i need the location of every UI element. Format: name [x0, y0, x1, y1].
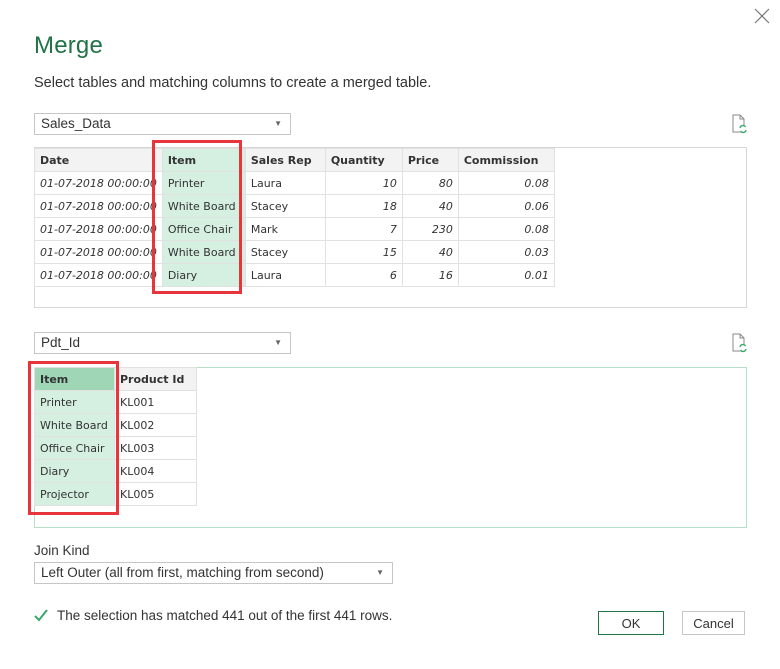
cell-item[interactable]: Printer — [34, 390, 115, 414]
cell-commission: 0.03 — [457, 240, 555, 264]
refresh-document-icon — [732, 333, 747, 353]
join-kind-select[interactable]: Left Outer (all from first, matching fro… — [34, 562, 393, 584]
dialog-title: Merge — [34, 32, 104, 59]
refresh-document-icon — [732, 114, 747, 134]
cell-sales-rep: Mark — [244, 217, 326, 241]
cell-product-id: KL002 — [114, 413, 197, 437]
cell-quantity: 18 — [324, 194, 403, 218]
cancel-button[interactable]: Cancel — [682, 611, 745, 635]
cell-item[interactable]: Diary — [161, 263, 246, 287]
cell-product-id: KL001 — [114, 390, 197, 414]
dialog-subtitle: Select tables and matching columns to cr… — [34, 75, 432, 91]
table-row: 01-07-2018 00:00:00 White Board Stacey 1… — [34, 240, 555, 264]
cell-date: 01-07-2018 00:00:00 — [34, 263, 163, 287]
ok-button[interactable]: OK — [598, 611, 664, 635]
cell-item[interactable]: Office Chair — [161, 217, 246, 241]
column-header-product-id[interactable]: Product Id — [114, 367, 197, 391]
table-row: Printer KL001 — [34, 390, 197, 414]
first-table-select[interactable]: Sales_Data ▼ — [34, 113, 291, 135]
cell-price: 40 — [401, 240, 459, 264]
cell-sales-rep: Laura — [244, 263, 326, 287]
second-table-select[interactable]: Pdt_Id ▼ — [34, 332, 291, 354]
column-header-sales-rep[interactable]: Sales Rep — [244, 148, 326, 172]
table-row: 01-07-2018 00:00:00 White Board Stacey 1… — [34, 194, 555, 218]
cell-date: 01-07-2018 00:00:00 — [34, 171, 163, 195]
checkmark-icon — [34, 609, 48, 622]
close-button[interactable] — [752, 6, 772, 26]
cell-item[interactable]: Diary — [34, 459, 115, 483]
first-table-grid: Date Item Sales Rep Quantity Price Commi… — [34, 148, 555, 287]
cell-quantity: 6 — [324, 263, 403, 287]
table-row: White Board KL002 — [34, 413, 197, 437]
cell-item[interactable]: White Board — [161, 194, 246, 218]
column-header-item[interactable]: Item — [161, 148, 246, 172]
cell-price: 16 — [401, 263, 459, 287]
table-row: Office Chair KL003 — [34, 436, 197, 460]
table-row: 01-07-2018 00:00:00 Printer Laura 10 80 … — [34, 171, 555, 195]
cell-sales-rep: Laura — [244, 171, 326, 195]
cell-commission: 0.06 — [457, 194, 555, 218]
column-header-item[interactable]: Item — [34, 367, 115, 391]
column-header-quantity[interactable]: Quantity — [324, 148, 403, 172]
column-header-price[interactable]: Price — [401, 148, 459, 172]
status-text: The selection has matched 441 out of the… — [57, 608, 393, 623]
cell-product-id: KL003 — [114, 436, 197, 460]
cell-product-id: KL004 — [114, 459, 197, 483]
cell-quantity: 15 — [324, 240, 403, 264]
column-header-commission[interactable]: Commission — [457, 148, 555, 172]
cell-sales-rep: Stacey — [244, 194, 326, 218]
second-table-select-value: Pdt_Id — [41, 335, 81, 350]
first-table-select-value: Sales_Data — [41, 116, 111, 131]
table-row: Projector KL005 — [34, 482, 197, 506]
cell-date: 01-07-2018 00:00:00 — [34, 240, 163, 264]
cell-product-id: KL005 — [114, 482, 197, 506]
table-row: Diary KL004 — [34, 459, 197, 483]
cell-price: 40 — [401, 194, 459, 218]
second-table-grid: Item Product Id Printer KL001 White Boar… — [34, 367, 197, 506]
cell-item[interactable]: Office Chair — [34, 436, 115, 460]
cell-item[interactable]: Printer — [161, 171, 246, 195]
table-row: 01-07-2018 00:00:00 Diary Laura 6 16 0.0… — [34, 263, 555, 287]
second-table-refresh-button[interactable] — [730, 332, 750, 354]
first-table-refresh-button[interactable] — [730, 113, 750, 135]
cell-price: 230 — [401, 217, 459, 241]
chevron-down-icon: ▼ — [274, 119, 282, 128]
chevron-down-icon: ▼ — [376, 568, 384, 577]
join-kind-label: Join Kind — [34, 543, 90, 558]
cell-item[interactable]: Projector — [34, 482, 115, 506]
cell-commission: 0.01 — [457, 263, 555, 287]
cell-commission: 0.08 — [457, 171, 555, 195]
cell-date: 01-07-2018 00:00:00 — [34, 217, 163, 241]
cell-item[interactable]: White Board — [34, 413, 115, 437]
chevron-down-icon: ▼ — [274, 338, 282, 347]
cell-price: 80 — [401, 171, 459, 195]
cell-quantity: 7 — [324, 217, 403, 241]
close-icon — [754, 8, 770, 24]
cell-item[interactable]: White Board — [161, 240, 246, 264]
column-header-date[interactable]: Date — [34, 148, 163, 172]
cell-sales-rep: Stacey — [244, 240, 326, 264]
join-kind-select-value: Left Outer (all from first, matching fro… — [41, 565, 324, 580]
cell-quantity: 10 — [324, 171, 403, 195]
cell-date: 01-07-2018 00:00:00 — [34, 194, 163, 218]
table-row: 01-07-2018 00:00:00 Office Chair Mark 7 … — [34, 217, 555, 241]
cell-commission: 0.08 — [457, 217, 555, 241]
